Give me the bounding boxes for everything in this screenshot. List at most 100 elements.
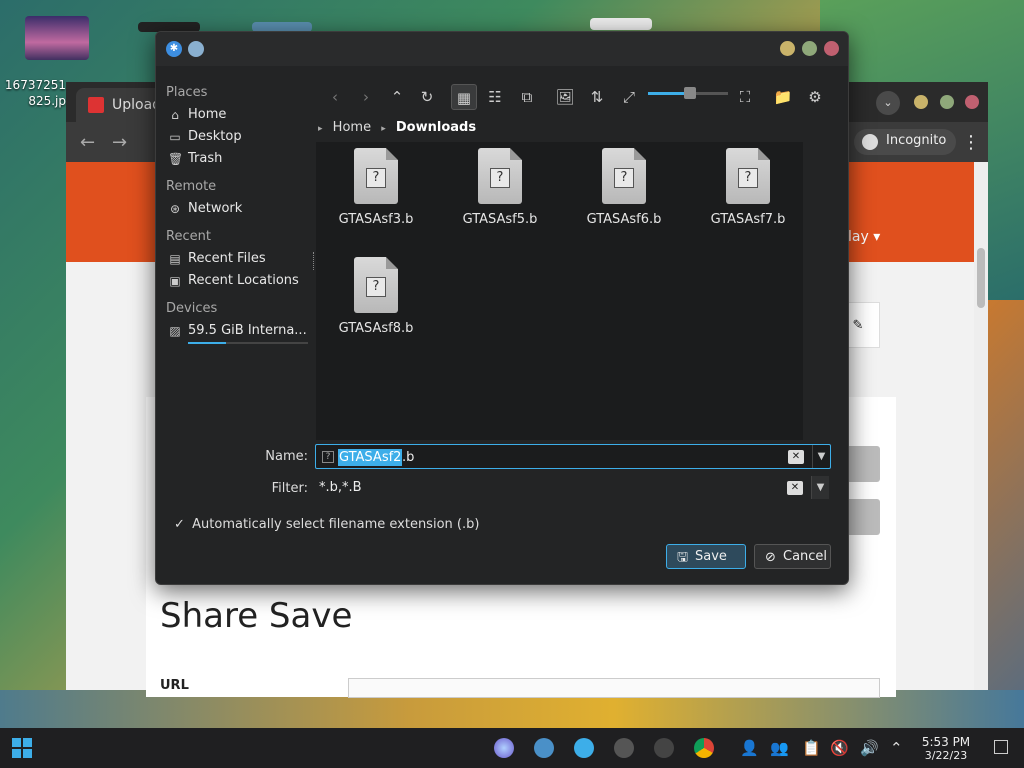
app-icon[interactable]: ✱ bbox=[166, 41, 182, 57]
save-icon bbox=[88, 97, 104, 113]
places-item-recent-locations[interactable]: ▣ Recent Locations bbox=[166, 270, 316, 292]
incognito-label: Incognito bbox=[886, 133, 947, 148]
file-item[interactable]: ? GTASAsf5.b bbox=[440, 142, 560, 227]
save-button-label: Save bbox=[695, 549, 727, 564]
places-item-home[interactable]: ⌂ Home bbox=[166, 104, 316, 126]
mute-icon[interactable]: 🔇 bbox=[830, 739, 849, 757]
forward-icon[interactable]: › bbox=[353, 84, 379, 110]
icons-view-icon[interactable]: ▦ bbox=[451, 84, 477, 110]
app-launcher-icon[interactable] bbox=[494, 738, 514, 758]
recent-locations-icon: ▣ bbox=[169, 274, 181, 288]
close-button[interactable] bbox=[965, 95, 979, 109]
name-label: Name: bbox=[265, 449, 308, 464]
network-icon: ⊛ bbox=[169, 202, 181, 216]
auto-extension-label: Automatically select filename extension … bbox=[192, 517, 480, 532]
clipboard-icon[interactable]: 📋 bbox=[802, 739, 821, 757]
keep-above-icon[interactable] bbox=[188, 41, 204, 57]
desktop-icon[interactable] bbox=[590, 18, 652, 30]
chrome-icon[interactable] bbox=[694, 738, 714, 758]
forward-icon[interactable]: → bbox=[112, 132, 127, 153]
dialog-titlebar: ✱ bbox=[156, 32, 848, 66]
places-item-desktop[interactable]: ▭ Desktop bbox=[166, 126, 316, 148]
places-item-label: Home bbox=[188, 107, 227, 122]
breadcrumb-home[interactable]: Home bbox=[333, 120, 371, 135]
scrollbar-thumb[interactable] bbox=[977, 248, 985, 308]
back-icon[interactable]: ‹ bbox=[322, 84, 348, 110]
zoom-slider-handle[interactable] bbox=[684, 87, 696, 99]
filename-selected-text: GTASAsf2 bbox=[338, 449, 403, 466]
terminal-icon[interactable] bbox=[654, 738, 674, 758]
places-item-recent-files[interactable]: ▤ Recent Files bbox=[166, 248, 316, 270]
chevron-up-icon[interactable]: ⌃ bbox=[890, 739, 903, 757]
discover-icon[interactable] bbox=[614, 738, 634, 758]
file-type-icon: ? bbox=[322, 451, 334, 463]
breadcrumb-current[interactable]: Downloads bbox=[396, 120, 476, 135]
site-nav-menu[interactable]: lay ▾ bbox=[848, 229, 880, 245]
recent-files-icon: ▤ bbox=[169, 252, 181, 266]
places-panel: Places ⌂ Home ▭ Desktop 🗑 Trash Remote ⊛ Net… bbox=[166, 80, 316, 344]
user-icon[interactable]: 👤 bbox=[740, 739, 759, 757]
url-field[interactable] bbox=[348, 678, 880, 698]
minimize-button[interactable] bbox=[914, 95, 928, 109]
file-item[interactable]: ? GTASAsf8.b bbox=[316, 251, 436, 336]
file-manager-icon[interactable] bbox=[534, 738, 554, 758]
preview-icon[interactable]: 🖼 bbox=[552, 84, 578, 110]
incognito-badge[interactable]: Incognito bbox=[854, 129, 957, 155]
sort-icon[interactable]: ⇅ bbox=[584, 84, 610, 110]
clear-icon[interactable]: ✕ bbox=[787, 481, 803, 495]
places-heading: Places bbox=[166, 85, 208, 100]
settings-icon[interactable] bbox=[574, 738, 594, 758]
hidden-files-icon[interactable]: ⤢ bbox=[616, 84, 642, 110]
trash-icon: 🗑 bbox=[168, 152, 184, 166]
breadcrumb: ▸ Home ▸ Downloads bbox=[318, 120, 482, 140]
file-name: GTASAsf7.b bbox=[710, 212, 786, 227]
start-menu-icon[interactable] bbox=[12, 738, 32, 758]
desktop-image-thumbnail[interactable] bbox=[25, 16, 89, 60]
unknown-file-icon: ? bbox=[354, 257, 398, 313]
places-item-trash[interactable]: 🗑 Trash bbox=[166, 148, 316, 170]
new-folder-icon[interactable]: 📁 bbox=[770, 84, 796, 110]
back-icon[interactable]: ← bbox=[80, 132, 95, 153]
places-item-network[interactable]: ⊛ Network bbox=[166, 198, 316, 220]
up-icon[interactable]: ⌃ bbox=[384, 84, 410, 110]
file-item[interactable]: ? GTASAsf6.b bbox=[564, 142, 684, 227]
users-icon[interactable]: 👥 bbox=[770, 739, 789, 757]
minimize-button[interactable] bbox=[780, 41, 795, 56]
places-item-device[interactable]: ▨ 59.5 GiB Interna... bbox=[166, 320, 316, 344]
drive-icon: ▨ bbox=[169, 324, 181, 338]
chevron-down-icon[interactable]: ▼ bbox=[812, 445, 830, 468]
places-toggle-icon[interactable]: ⛶ bbox=[732, 84, 758, 110]
tab-search-button[interactable]: ⌄ bbox=[876, 91, 900, 115]
save-button[interactable]: 🖫 Save bbox=[666, 544, 746, 569]
maximize-button[interactable] bbox=[940, 95, 954, 109]
home-icon: ⌂ bbox=[171, 108, 179, 122]
file-item[interactable]: ? GTASAsf3.b bbox=[316, 142, 436, 227]
page-scrollbar[interactable] bbox=[974, 162, 988, 690]
places-item-label: Trash bbox=[188, 151, 223, 166]
panel-splitter-handle[interactable] bbox=[313, 252, 315, 270]
compact-view-icon[interactable]: ☷ bbox=[482, 84, 508, 110]
filter-combobox[interactable]: *.b,*.B ✕ ▼ bbox=[315, 476, 831, 501]
save-icon: 🖫 bbox=[677, 550, 689, 565]
unknown-file-icon: ? bbox=[726, 148, 770, 204]
show-desktop-icon[interactable] bbox=[994, 740, 1008, 754]
auto-extension-checkbox[interactable]: ✓ Automatically select filename extensio… bbox=[174, 517, 479, 532]
desktop-icon-label: 16737251 825.jp bbox=[4, 78, 66, 108]
chevron-down-icon[interactable]: ▼ bbox=[811, 476, 829, 499]
cancel-button-label: Cancel bbox=[783, 549, 828, 564]
clear-icon[interactable]: ✕ bbox=[788, 450, 804, 464]
browser-menu-icon[interactable]: ⋮ bbox=[962, 132, 980, 153]
filename-input[interactable]: ? GTASAsf2 .b ✕ ▼ bbox=[315, 444, 831, 469]
tree-view-icon[interactable]: ⧉ bbox=[514, 84, 540, 110]
maximize-button[interactable] bbox=[802, 41, 817, 56]
places-item-label: Network bbox=[188, 201, 243, 216]
file-view: ? GTASAsf3.b ? GTASAsf5.b ? GTASAsf6.b ?… bbox=[316, 142, 803, 440]
reload-icon[interactable]: ↻ bbox=[414, 84, 440, 110]
file-item[interactable]: ? GTASAsf7.b bbox=[688, 142, 808, 227]
close-button[interactable] bbox=[824, 41, 839, 56]
cancel-button[interactable]: ⊘ Cancel bbox=[754, 544, 831, 569]
volume-icon[interactable]: 🔊 bbox=[860, 739, 879, 757]
clock[interactable]: 5:53 PM 3/22/23 bbox=[918, 736, 974, 763]
options-icon[interactable]: ⚙ bbox=[802, 84, 828, 110]
unknown-file-icon: ? bbox=[354, 148, 398, 204]
